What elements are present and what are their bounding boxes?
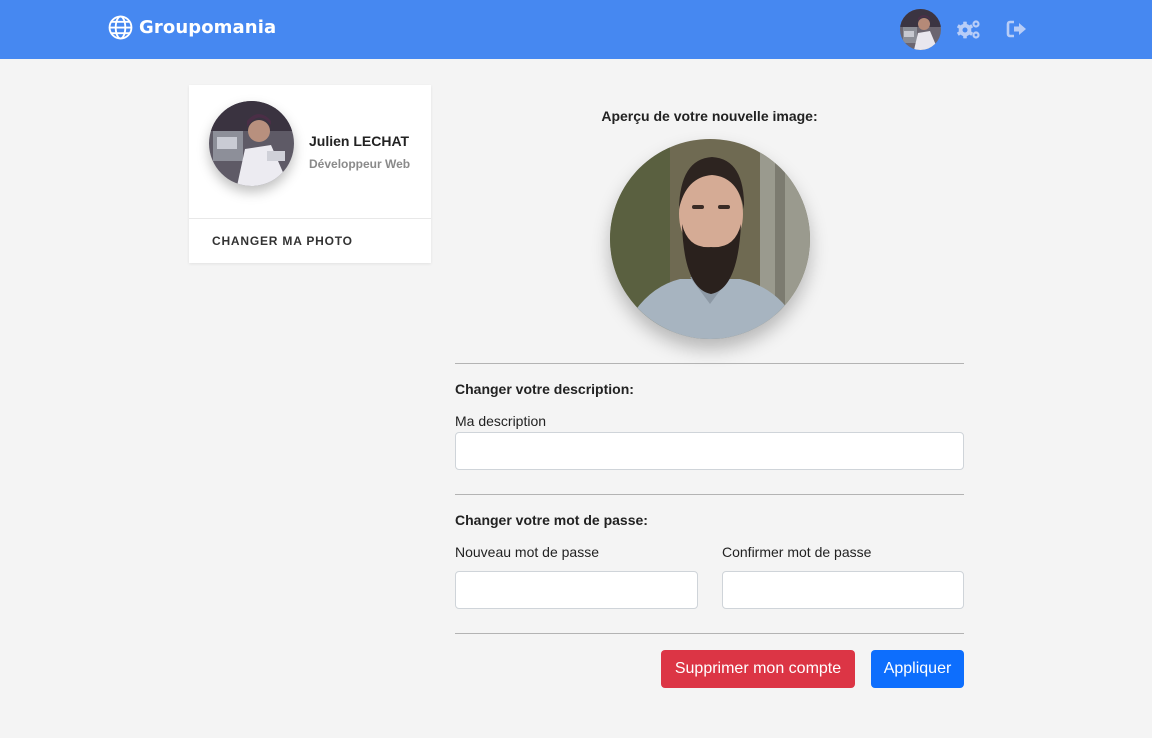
section-divider: [455, 363, 964, 364]
new-password-input[interactable]: [455, 571, 698, 609]
brand-name: Groupomania: [139, 17, 277, 38]
description-section-title: Changer votre description:: [455, 381, 634, 397]
settings-gears-icon[interactable]: [956, 17, 982, 41]
password-section-title: Changer votre mot de passe:: [455, 512, 648, 528]
globe-icon: [108, 15, 133, 40]
change-photo-link[interactable]: CHANGER MA PHOTO: [212, 234, 353, 248]
description-label: Ma description: [455, 413, 547, 429]
apply-button[interactable]: Appliquer: [871, 650, 964, 688]
top-navbar: Groupomania: [0, 0, 1152, 59]
section-divider: [455, 494, 964, 495]
profile-avatar: [209, 101, 294, 186]
card-divider: [189, 218, 431, 219]
description-input[interactable]: [455, 432, 964, 470]
delete-account-button[interactable]: Supprimer mon compte: [661, 650, 855, 688]
profile-name: Julien LECHAT: [309, 133, 410, 149]
brand-link[interactable]: Groupomania: [108, 15, 276, 40]
new-photo-preview: [610, 139, 810, 339]
profile-job: Développeur Web: [309, 157, 411, 171]
confirm-password-label: Confirmer mot de passe: [722, 544, 872, 560]
new-password-label: Nouveau mot de passe: [455, 544, 599, 560]
profile-card: Julien LECHAT Développeur Web CHANGER MA…: [189, 85, 431, 263]
confirm-password-input[interactable]: [722, 571, 964, 609]
preview-label: Aperçu de votre nouvelle image:: [601, 108, 818, 124]
section-divider: [455, 633, 964, 634]
nav-avatar[interactable]: [900, 9, 941, 50]
sign-out-icon[interactable]: [1005, 17, 1031, 41]
